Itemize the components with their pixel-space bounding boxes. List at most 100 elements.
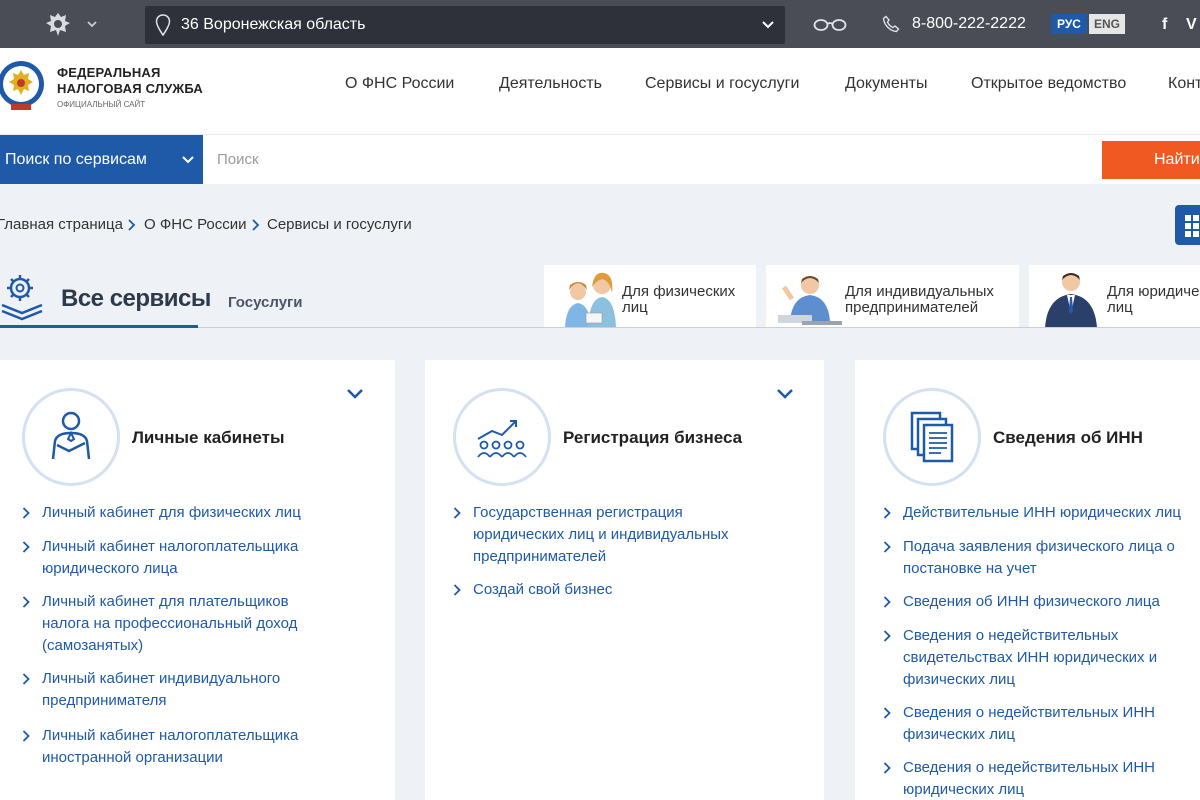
grid-view-button[interactable]	[1175, 205, 1200, 245]
service-link[interactable]: физических лиц	[903, 669, 1015, 691]
tab-all-services[interactable]: Все сервисы	[61, 285, 211, 313]
card-icon-circle	[22, 388, 120, 486]
service-link[interactable]: Сведения о недействительных	[903, 625, 1118, 647]
logo-title-line2[interactable]: НАЛОГОВАЯ СЛУЖБА	[57, 81, 203, 96]
nav-services[interactable]: Сервисы и госуслуги	[645, 75, 799, 93]
search-input[interactable]	[203, 135, 1101, 184]
person-icon	[51, 411, 91, 460]
chevron-down-icon[interactable]	[346, 388, 364, 400]
service-card-personal-accounts: Личные кабинеты Личный кабинет для физич…	[0, 360, 395, 800]
audience-entrepreneurs-card[interactable]: Для индивидуальных предпринимателей	[766, 265, 1019, 328]
chevron-right-icon	[252, 219, 260, 231]
service-card-inn-info: Сведения об ИНН Действительные ИНН юриди…	[855, 360, 1200, 800]
service-link[interactable]: Личный кабинет налогоплательщика	[42, 536, 298, 558]
facebook-icon[interactable]: f	[1162, 16, 1167, 34]
nav-documents[interactable]: Документы	[845, 75, 927, 93]
chevron-down-icon[interactable]	[776, 388, 794, 400]
service-link[interactable]: Государственная регистрация	[473, 502, 683, 524]
services-gear-icon	[1, 275, 43, 321]
site-header: ФЕДЕРАЛЬНАЯ НАЛОГОВАЯ СЛУЖБА ОФИЦИАЛЬНЫЙ…	[0, 48, 1200, 134]
search-scope-select[interactable]: Поиск по сервисам	[0, 135, 203, 184]
chevron-right-icon	[883, 762, 891, 774]
service-link[interactable]: Личный кабинет для плательщиков	[42, 591, 289, 613]
nav-open-agency[interactable]: Открытое ведомство	[971, 75, 1126, 93]
chevron-down-icon	[762, 21, 774, 29]
service-link[interactable]: Сведения об ИНН физического лица	[903, 591, 1160, 613]
nav-about[interactable]: О ФНС России	[345, 75, 454, 93]
logo-title-line1[interactable]: ФЕДЕРАЛЬНАЯ	[57, 65, 161, 80]
card-title[interactable]: Личные кабинеты	[132, 428, 284, 448]
chevron-right-icon	[883, 630, 891, 642]
service-link[interactable]: Сведения о недействительных ИНН	[903, 757, 1155, 779]
audience-label: Для физических	[622, 283, 736, 300]
audience-label: Для юридиче	[1107, 283, 1200, 300]
breadcrumb-home[interactable]: Главная страница	[0, 216, 123, 233]
service-link[interactable]: налога на профессиональный доход	[42, 613, 297, 635]
search-scope-label: Поиск по сервисам	[5, 151, 147, 168]
emblem-icon[interactable]	[44, 10, 72, 38]
chevron-right-icon	[22, 730, 30, 742]
chevron-right-icon	[22, 596, 30, 608]
service-link[interactable]: Сведения о недействительных ИНН	[903, 702, 1155, 724]
grid-icon	[1185, 215, 1199, 237]
lang-en-button[interactable]: ENG	[1089, 14, 1125, 34]
search-bar: Поиск по сервисам Найти	[0, 134, 1200, 184]
vk-icon[interactable]: V	[1186, 16, 1197, 34]
service-card-business-registration: Регистрация бизнеса Государственная реги…	[425, 360, 824, 800]
service-link[interactable]: Личный кабинет индивидуального	[42, 668, 280, 690]
service-link[interactable]: юридических лиц	[903, 779, 1024, 800]
audience-label: лиц	[622, 299, 648, 316]
service-link[interactable]: Личный кабинет для физических лиц	[42, 502, 301, 524]
chevron-down-icon[interactable]	[86, 18, 98, 30]
chevron-down-icon	[182, 156, 194, 164]
region-select[interactable]: 36 Воронежская область	[145, 6, 785, 44]
service-link[interactable]: юридических лиц и индивидуальных	[473, 524, 729, 546]
service-link[interactable]: Действительные ИНН юридических лиц	[903, 502, 1181, 524]
audience-individuals-card[interactable]: Для физических лиц	[544, 265, 756, 328]
chevron-right-icon	[453, 507, 461, 519]
service-link[interactable]: Создай свой бизнес	[473, 579, 612, 601]
service-link[interactable]: предпринимателя	[42, 690, 166, 712]
tab-gosuslugi[interactable]: Госуслуги	[228, 294, 303, 311]
chevron-right-icon	[453, 584, 461, 596]
region-value: 36 Воронежская область	[181, 16, 366, 33]
service-link[interactable]: Личный кабинет налогоплательщика	[42, 725, 298, 747]
service-link[interactable]: постановке на учет	[903, 558, 1037, 580]
service-link[interactable]: Подача заявления физического лица о	[903, 536, 1175, 558]
phone-icon	[882, 15, 900, 33]
search-button[interactable]: Найти	[1102, 141, 1200, 179]
businessman-photo	[1045, 273, 1097, 328]
service-link[interactable]: физических лиц	[903, 724, 1015, 746]
audience-label: лиц	[1107, 299, 1133, 316]
chevron-right-icon	[128, 219, 136, 231]
audience-legal-entities-card[interactable]: Для юридиче лиц	[1029, 265, 1200, 328]
service-link[interactable]: (самозанятых)	[42, 635, 143, 657]
fns-logo-icon[interactable]	[0, 58, 46, 112]
location-pin-icon	[155, 14, 171, 36]
chevron-right-icon	[22, 507, 30, 519]
chevron-right-icon	[883, 507, 891, 519]
top-bar: 36 Воронежская область 8-800-222-2222 РУ…	[0, 0, 1200, 48]
lang-ru-button[interactable]: РУС	[1051, 14, 1087, 34]
nav-contacts[interactable]: Конт	[1168, 75, 1200, 93]
documents-icon	[910, 411, 954, 463]
card-icon-circle	[883, 388, 981, 486]
service-link[interactable]: свидетельствах ИНН юридических и	[903, 647, 1157, 669]
service-link[interactable]: предпринимателей	[473, 546, 606, 568]
breadcrumb-about[interactable]: О ФНС России	[144, 216, 247, 233]
breadcrumb-current: Сервисы и госуслуги	[267, 216, 412, 233]
entrepreneur-photo	[778, 276, 842, 325]
business-growth-icon	[477, 420, 527, 458]
service-link[interactable]: иностранной организации	[42, 747, 223, 769]
accessibility-glasses-icon[interactable]	[813, 17, 847, 31]
audience-label: предпринимателей	[845, 299, 979, 316]
audience-label: Для индивидуальных	[845, 283, 994, 300]
family-photo	[565, 272, 616, 328]
chevron-right-icon	[883, 707, 891, 719]
nav-activity[interactable]: Деятельность	[499, 75, 602, 93]
service-link[interactable]: юридического лица	[42, 558, 178, 580]
card-title[interactable]: Регистрация бизнеса	[563, 428, 742, 448]
card-title[interactable]: Сведения об ИНН	[993, 428, 1143, 448]
chevron-right-icon	[883, 541, 891, 553]
phone-number[interactable]: 8-800-222-2222	[912, 15, 1026, 33]
